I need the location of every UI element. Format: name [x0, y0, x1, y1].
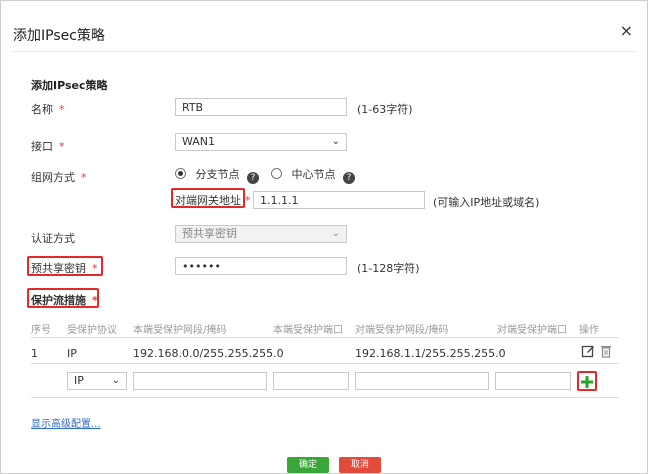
auth-label: 认证方式: [31, 232, 75, 245]
section-title: 添加IPsec策略: [31, 79, 108, 92]
col-index: 序号: [31, 325, 51, 336]
col-action: 操作: [579, 325, 599, 336]
auth-select: 预共享密钥 ⌄: [175, 225, 347, 243]
dialog-title: 添加IPsec策略: [13, 28, 105, 44]
edit-icon[interactable]: [581, 343, 595, 358]
row-protocol: IP: [67, 347, 77, 360]
add-icon[interactable]: [580, 374, 594, 388]
interface-label: 接口 *: [31, 140, 65, 153]
help-icon: ?: [343, 172, 355, 184]
ok-button[interactable]: 确定: [287, 457, 329, 473]
chevron-down-icon: ⌄: [331, 228, 340, 239]
name-input[interactable]: RTB: [175, 98, 347, 116]
psk-input[interactable]: ••••••: [175, 257, 347, 275]
col-peer-port: 对端受保护端口: [497, 325, 567, 336]
col-protocol: 受保护协议: [67, 325, 117, 336]
protect-label: 保护流措施 *: [31, 294, 98, 307]
peer-gateway-label: 对端网关地址 *: [175, 194, 251, 207]
row-index: 1: [31, 347, 38, 360]
row-local-net: 192.168.0.0/255.255.255.0: [133, 347, 284, 360]
col-local-net: 本端受保护网段/掩码: [133, 325, 227, 336]
new-peer-net-input[interactable]: [355, 372, 489, 390]
interface-select[interactable]: WAN1 ⌄: [175, 133, 347, 151]
name-hint: (1-63字符): [357, 103, 413, 116]
radio-checked-icon: [175, 168, 186, 179]
chevron-down-icon: ⌄: [331, 136, 340, 147]
network-mode-label: 组网方式 *: [31, 171, 87, 184]
psk-label: 预共享密钥 *: [31, 262, 98, 275]
radio-unchecked-icon: [271, 168, 282, 179]
close-icon[interactable]: ×: [620, 21, 633, 40]
cancel-button[interactable]: 取消: [339, 457, 381, 473]
title-divider: [13, 51, 635, 52]
show-advanced-link[interactable]: 显示高级配置...: [31, 415, 101, 430]
radio-branch[interactable]: 分支节点 ?: [175, 166, 259, 184]
col-local-port: 本端受保护端口: [273, 325, 343, 336]
row-peer-net: 192.168.1.1/255.255.255.0: [355, 347, 506, 360]
table-bottom-divider: [31, 397, 619, 398]
peer-gateway-input[interactable]: 1.1.1.1: [253, 191, 425, 209]
new-local-port-input: [273, 372, 349, 390]
new-protocol-select[interactable]: IP ⌄: [67, 372, 127, 390]
peer-gateway-hint: (可输入IP地址或域名): [433, 196, 540, 209]
radio-center[interactable]: 中心节点 ?: [271, 166, 355, 184]
delete-icon[interactable]: [600, 343, 612, 358]
add-ipsec-dialog: 添加IPsec策略 × 添加IPsec策略 名称 * RTB (1-63字符) 接…: [0, 0, 648, 474]
row-divider: [31, 363, 619, 364]
chevron-down-icon: ⌄: [111, 375, 120, 386]
name-label: 名称 *: [31, 103, 65, 116]
col-peer-net: 对端受保护网段/掩码: [355, 325, 449, 336]
table-divider: [31, 337, 619, 338]
psk-hint: (1-128字符): [357, 262, 420, 275]
help-icon: ?: [247, 172, 259, 184]
new-local-net-input[interactable]: [133, 372, 267, 390]
new-peer-port-input: [495, 372, 571, 390]
